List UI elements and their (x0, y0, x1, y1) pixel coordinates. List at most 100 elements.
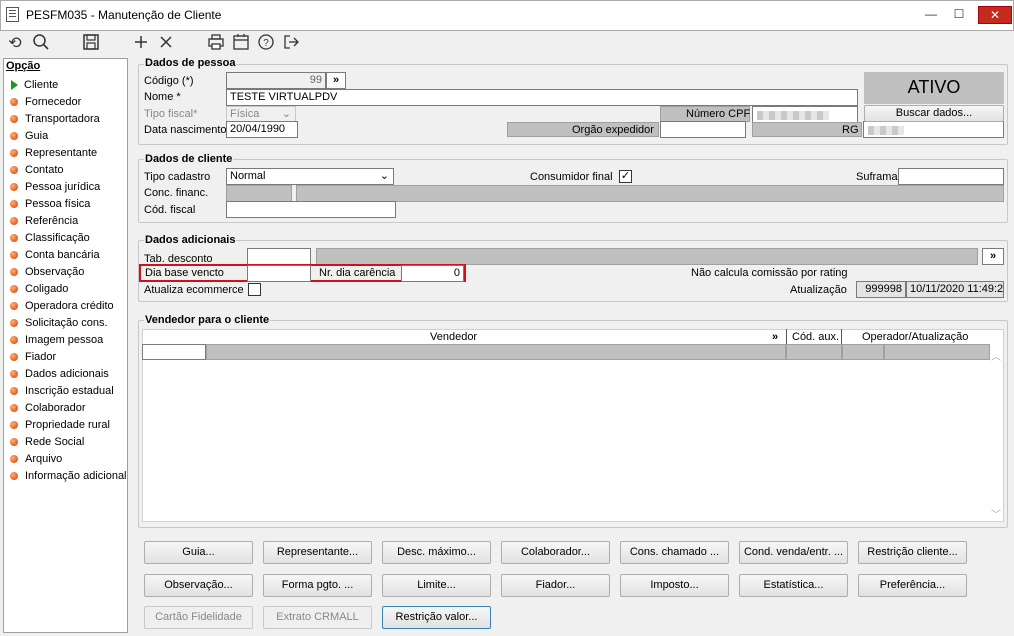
nascimento-field[interactable]: 20/04/1990 (226, 121, 298, 138)
action-button[interactable]: Cond. venda/entr. ... (739, 541, 848, 564)
calendar-icon[interactable] (230, 33, 252, 55)
orgao-field[interactable] (660, 121, 746, 138)
sidebar-item[interactable]: Fornecedor (7, 93, 127, 110)
action-button[interactable]: Cons. chamado ... (620, 541, 729, 564)
sidebar-item[interactable]: Imagem pessoa (7, 331, 127, 348)
action-button[interactable]: Fiador... (501, 574, 610, 597)
sidebar-item[interactable]: Classificação (7, 229, 127, 246)
cod-fiscal-field[interactable] (226, 201, 396, 218)
sidebar-item[interactable]: Referência (7, 212, 127, 229)
sidebar-item[interactable]: Conta bancária (7, 246, 127, 263)
action-button[interactable]: Limite... (382, 574, 491, 597)
sidebar-item-label: Informação adicional (25, 469, 127, 482)
action-button[interactable]: Guia... (144, 541, 253, 564)
sidebar-item-label: Fiador (25, 350, 57, 363)
sidebar-item[interactable]: Dados adicionais (7, 365, 127, 382)
cpf-field[interactable] (752, 106, 858, 123)
codigo-field[interactable]: 99 (226, 72, 326, 89)
sidebar-item[interactable]: Guia (7, 127, 127, 144)
nr-dia-carencia-field[interactable]: 0 (401, 265, 464, 282)
vendedor-section-title: Vendedor para o cliente (144, 314, 271, 326)
action-button[interactable]: Desc. máximo... (382, 541, 491, 564)
vendedor-code-cell[interactable] (142, 344, 206, 360)
sidebar-item-label: Transportadora (25, 112, 100, 125)
action-button[interactable]: Colaborador... (501, 541, 610, 564)
close-button[interactable]: ✕ (978, 6, 1012, 24)
sidebar-item[interactable]: Representante (7, 144, 127, 161)
exit-icon[interactable] (280, 33, 302, 55)
sidebar-item[interactable]: Pessoa física (7, 195, 127, 212)
action-button[interactable]: Extrato CRMALL (263, 606, 372, 629)
sidebar-item[interactable]: Coligado (7, 280, 127, 297)
rg-field[interactable] (863, 121, 1004, 138)
atualiza-ecommerce-checkbox[interactable] (248, 283, 261, 296)
sidebar-item[interactable]: Propriedade rural (7, 416, 127, 433)
tab-desconto-desc (316, 248, 978, 265)
sidebar-item[interactable]: Inscrição estadual (7, 382, 127, 399)
save-icon[interactable] (80, 33, 102, 55)
sidebar-item[interactable]: Fiador (7, 348, 127, 365)
sidebar-item[interactable]: Arquivo (7, 450, 127, 467)
col-operador-header[interactable]: Operador/Atualização (862, 331, 968, 343)
bullet-icon (10, 267, 18, 276)
sidebar-title: Opção (6, 60, 41, 72)
action-button[interactable]: Observação... (144, 574, 253, 597)
col-cod-aux-header[interactable]: Cód. aux. (792, 331, 839, 343)
action-button[interactable]: Preferência... (858, 574, 967, 597)
undo-icon[interactable]: ⟲ (4, 33, 26, 55)
buscar-dados-button[interactable]: Buscar dados... (864, 105, 1004, 122)
sidebar-item[interactable]: Pessoa jurídica (7, 178, 127, 195)
print-icon[interactable] (205, 33, 227, 55)
sidebar-item-label: Pessoa jurídica (25, 180, 101, 193)
sidebar-item[interactable]: Colaborador (7, 399, 127, 416)
suframa-field[interactable] (898, 168, 1004, 185)
scroll-down-icon[interactable]: ﹀ (991, 506, 1001, 521)
bullet-icon (10, 352, 18, 361)
dia-base-field[interactable] (247, 265, 311, 282)
action-button[interactable]: Restrição valor... (382, 606, 491, 629)
sidebar-item[interactable]: Observação (7, 263, 127, 280)
bullet-icon (10, 97, 18, 106)
tab-desconto-lookup-button[interactable]: » (982, 248, 1004, 265)
sidebar-item-label: Fornecedor (25, 95, 82, 108)
action-button[interactable]: Imposto... (620, 574, 729, 597)
action-button[interactable]: Forma pgto. ... (263, 574, 372, 597)
nome-field[interactable]: TESTE VIRTUALPDV (226, 89, 858, 106)
sidebar-item-label: Coligado (25, 282, 69, 295)
scroll-up-icon[interactable]: ︿ (991, 348, 1001, 363)
maximize-button[interactable]: ☐ (946, 6, 972, 24)
action-button[interactable]: Cartão Fidelidade (144, 606, 253, 629)
orgao-label: Orgão expedidor (572, 124, 654, 136)
current-arrow-icon (11, 79, 18, 90)
atualiza-ecommerce-label: Atualiza ecommerce (144, 284, 244, 296)
minimize-button[interactable]: — (918, 6, 944, 24)
action-button[interactable]: Estatística... (739, 574, 848, 597)
sidebar-item[interactable]: Transportadora (7, 110, 127, 127)
sidebar-item-label: Propriedade rural (25, 418, 110, 431)
delete-icon[interactable] (155, 33, 177, 55)
cpf-redacted (757, 111, 829, 120)
col-vendedor-lookup[interactable]: » (772, 331, 778, 343)
codigo-lookup-button[interactable]: » (326, 72, 346, 89)
add-icon[interactable] (130, 33, 152, 55)
consumidor-checkbox[interactable]: ✓ (619, 170, 632, 183)
search-icon[interactable] (30, 33, 52, 55)
sidebar-item[interactable]: Informação adicional (7, 467, 127, 484)
sidebar-item-label: Classificação (25, 231, 90, 244)
conc-financ-code[interactable] (226, 185, 292, 202)
sidebar-item[interactable]: Rede Social (7, 433, 127, 450)
tipo-cadastro-select[interactable]: Normal ⌄ (226, 168, 394, 185)
cliente-section-title: Dados de cliente (144, 153, 234, 165)
bullet-icon (10, 165, 18, 174)
action-button[interactable]: Restrição cliente... (858, 541, 967, 564)
sidebar-item[interactable]: Cliente (7, 76, 127, 93)
sidebar-item[interactable]: Contato (7, 161, 127, 178)
tipo-fiscal-label: Tipo fiscal* (144, 108, 198, 120)
action-button[interactable]: Representante... (263, 541, 372, 564)
col-vendedor-header[interactable]: Vendedor (430, 331, 477, 343)
bullet-icon (10, 284, 18, 293)
sidebar-item[interactable]: Solicitação cons. (7, 314, 127, 331)
sidebar-item[interactable]: Operadora crédito (7, 297, 127, 314)
help-icon[interactable]: ? (255, 33, 277, 55)
tab-desconto-code[interactable] (247, 248, 311, 265)
